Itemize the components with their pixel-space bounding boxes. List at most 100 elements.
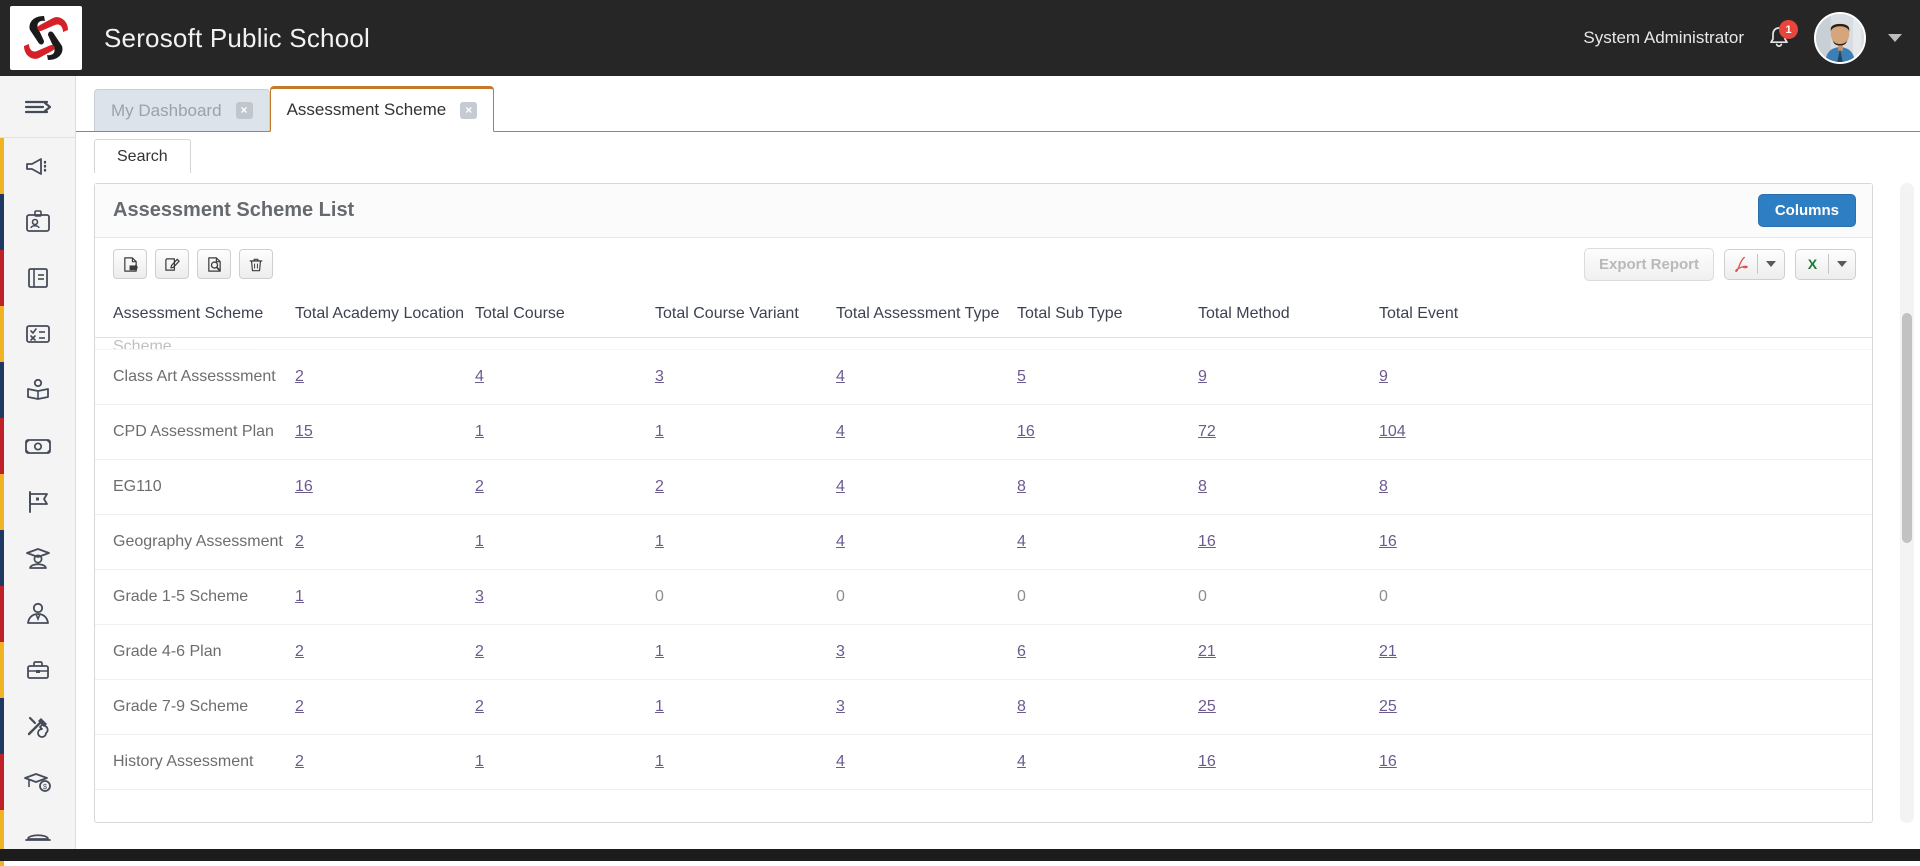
page-scrollbar[interactable] xyxy=(1900,183,1914,823)
cell-value[interactable]: 25 xyxy=(1198,698,1379,716)
cell-value[interactable]: 4 xyxy=(836,753,1017,771)
count-link[interactable]: 8 xyxy=(1198,478,1207,495)
sidebar-toggle[interactable] xyxy=(0,76,75,138)
count-link[interactable]: 4 xyxy=(836,423,845,440)
count-link[interactable]: 1 xyxy=(655,753,664,770)
cell-value[interactable]: 2 xyxy=(655,478,836,496)
cell-value[interactable]: 16 xyxy=(1198,753,1379,771)
cell-value[interactable]: 2 xyxy=(295,643,475,661)
count-link[interactable]: 3 xyxy=(836,643,845,660)
cell-value[interactable]: 15 xyxy=(295,423,475,441)
cell-value[interactable]: 2 xyxy=(475,698,655,716)
count-link[interactable]: 4 xyxy=(836,478,845,495)
table-row[interactable]: History Assessment211441616 xyxy=(95,735,1872,790)
sidebar-item-utilities[interactable] xyxy=(0,698,75,754)
count-link[interactable]: 1 xyxy=(475,533,484,550)
count-link[interactable]: 3 xyxy=(475,588,484,605)
export-pdf-button[interactable] xyxy=(1724,249,1785,280)
column-header-total-course-variant[interactable]: Total Course Variant xyxy=(655,305,836,323)
table-row[interactable]: CPD Assessment Plan151141672104 xyxy=(95,405,1872,460)
column-header-assessment-scheme[interactable]: Assessment Scheme xyxy=(113,305,295,323)
count-link[interactable]: 1 xyxy=(655,423,664,440)
count-link[interactable]: 1 xyxy=(475,753,484,770)
count-link[interactable]: 72 xyxy=(1198,423,1216,440)
cell-value[interactable]: 2 xyxy=(475,478,655,496)
cell-value[interactable]: 2 xyxy=(295,753,475,771)
sidebar-item-finance[interactable] xyxy=(0,418,75,474)
count-link[interactable]: 6 xyxy=(1017,643,1026,660)
cell-value[interactable]: 2 xyxy=(475,643,655,661)
sidebar-item-activities[interactable] xyxy=(0,474,75,530)
count-link[interactable]: 9 xyxy=(1379,368,1388,385)
sidebar-item-staff[interactable] xyxy=(0,586,75,642)
cell-value[interactable]: 4 xyxy=(836,423,1017,441)
cell-value[interactable]: 4 xyxy=(475,368,655,386)
tab-my-dashboard[interactable]: My Dashboard × xyxy=(94,89,270,131)
sidebar-item-placement[interactable] xyxy=(0,642,75,698)
count-link[interactable]: 9 xyxy=(1198,368,1207,385)
sidebar-item-scholarship[interactable]: $ xyxy=(0,754,75,810)
table-row[interactable]: Geography Assessment211441616 xyxy=(95,515,1872,570)
count-link[interactable]: 1 xyxy=(475,423,484,440)
cell-value[interactable]: 3 xyxy=(836,643,1017,661)
count-link[interactable]: 2 xyxy=(295,368,304,385)
cell-value[interactable]: 16 xyxy=(1198,533,1379,551)
add-button[interactable] xyxy=(113,249,147,279)
count-link[interactable]: 21 xyxy=(1198,643,1216,660)
notifications-button[interactable]: 1 xyxy=(1762,18,1796,58)
table-row[interactable]: Grade 1-5 Scheme1300000 xyxy=(95,570,1872,625)
cell-value[interactable]: 1 xyxy=(295,588,475,606)
tab-assessment-scheme-close-icon[interactable]: × xyxy=(460,102,477,119)
column-header-total-academy-location[interactable]: Total Academy Location xyxy=(295,305,475,323)
count-link[interactable]: 4 xyxy=(836,753,845,770)
pdf-chevron-down-icon[interactable] xyxy=(1758,261,1784,267)
cell-value[interactable]: 1 xyxy=(655,753,836,771)
sidebar-item-assessment[interactable] xyxy=(0,306,75,362)
count-link[interactable]: 104 xyxy=(1379,423,1406,440)
cell-value[interactable]: 25 xyxy=(1379,698,1560,716)
table-row[interactable]: Grade 7-9 Scheme221382525 xyxy=(95,680,1872,735)
count-link[interactable]: 16 xyxy=(1379,533,1397,550)
cell-value[interactable]: 9 xyxy=(1379,368,1560,386)
count-link[interactable]: 4 xyxy=(475,368,484,385)
cell-value[interactable]: 8 xyxy=(1379,478,1560,496)
count-link[interactable]: 3 xyxy=(655,368,664,385)
cell-value[interactable]: 4 xyxy=(1017,533,1198,551)
column-header-total-assessment-type[interactable]: Total Assessment Type xyxy=(836,305,1017,323)
count-link[interactable]: 2 xyxy=(295,643,304,660)
count-link[interactable]: 21 xyxy=(1379,643,1397,660)
cell-value[interactable]: 8 xyxy=(1017,698,1198,716)
sidebar-item-students[interactable] xyxy=(0,530,75,586)
count-link[interactable]: 16 xyxy=(1379,753,1397,770)
count-link[interactable]: 25 xyxy=(1379,698,1397,715)
count-link[interactable]: 1 xyxy=(295,588,304,605)
tab-assessment-scheme[interactable]: Assessment Scheme × xyxy=(270,86,495,132)
cell-value[interactable]: 104 xyxy=(1379,423,1560,441)
cell-value[interactable]: 21 xyxy=(1198,643,1379,661)
count-link[interactable]: 16 xyxy=(1017,423,1035,440)
table-row[interactable]: Class Art Assesssment2434599 xyxy=(95,350,1872,405)
column-header-total-method[interactable]: Total Method xyxy=(1198,305,1379,323)
count-link[interactable]: 1 xyxy=(655,533,664,550)
cell-value[interactable]: 2 xyxy=(295,533,475,551)
columns-button[interactable]: Columns xyxy=(1758,194,1856,227)
edit-button[interactable] xyxy=(155,249,189,279)
cell-value[interactable]: 9 xyxy=(1198,368,1379,386)
cell-value[interactable]: 2 xyxy=(295,368,475,386)
count-link[interactable]: 25 xyxy=(1198,698,1216,715)
cell-value[interactable]: 3 xyxy=(475,588,655,606)
count-link[interactable]: 16 xyxy=(1198,533,1216,550)
count-link[interactable]: 3 xyxy=(836,698,845,715)
count-link[interactable]: 4 xyxy=(1017,753,1026,770)
cell-value[interactable]: 4 xyxy=(836,478,1017,496)
column-header-total-event[interactable]: Total Event xyxy=(1379,305,1560,323)
count-link[interactable]: 16 xyxy=(295,478,313,495)
count-link[interactable]: 2 xyxy=(475,643,484,660)
cell-value[interactable]: 1 xyxy=(475,423,655,441)
cell-value[interactable]: 72 xyxy=(1198,423,1379,441)
count-link[interactable]: 2 xyxy=(475,478,484,495)
count-link[interactable]: 1 xyxy=(655,698,664,715)
cell-value[interactable]: 1 xyxy=(475,753,655,771)
count-link[interactable]: 15 xyxy=(295,423,313,440)
tab-my-dashboard-close-icon[interactable]: × xyxy=(236,102,253,119)
